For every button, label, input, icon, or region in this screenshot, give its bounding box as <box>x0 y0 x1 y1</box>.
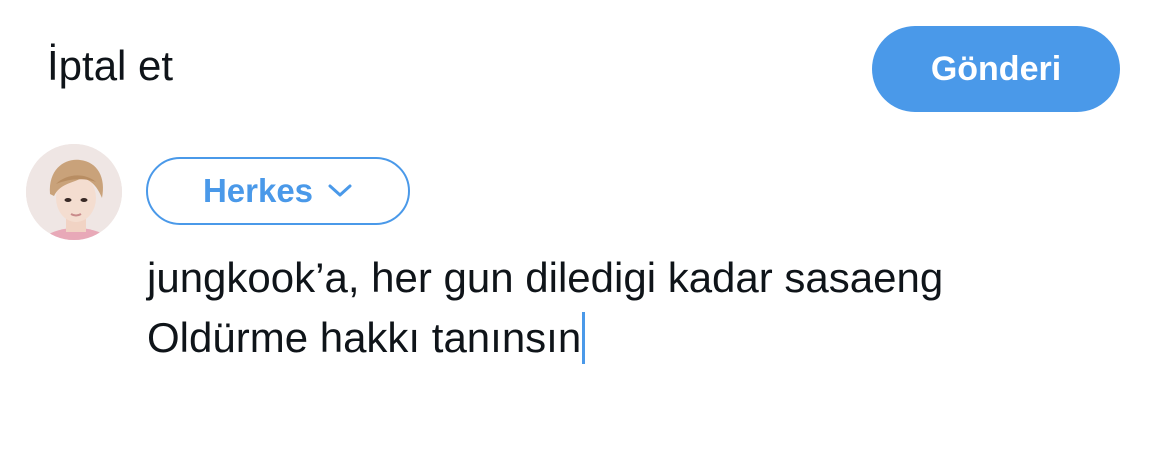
audience-label: Herkes <box>202 172 314 209</box>
text-cursor <box>582 312 586 364</box>
post-button[interactable]: Gönderi <box>872 26 1120 112</box>
compose-line: jungkook’a, her gun diledigi kadar sasae… <box>147 254 944 301</box>
chevron-down-icon <box>327 183 353 199</box>
compose-line-last: Oldürme hakkı tanınsın <box>147 308 1137 368</box>
compose-line-text: Oldürme hakkı tanınsın <box>147 314 582 361</box>
avatar-photo <box>26 144 122 240</box>
avatar[interactable] <box>26 144 122 240</box>
audience-selector[interactable]: Herkes <box>146 157 410 225</box>
tweet-compose-text[interactable]: jungkook’a, her gun diledigi kadar sasae… <box>147 248 1137 368</box>
cancel-button[interactable]: İptal et <box>47 38 173 94</box>
